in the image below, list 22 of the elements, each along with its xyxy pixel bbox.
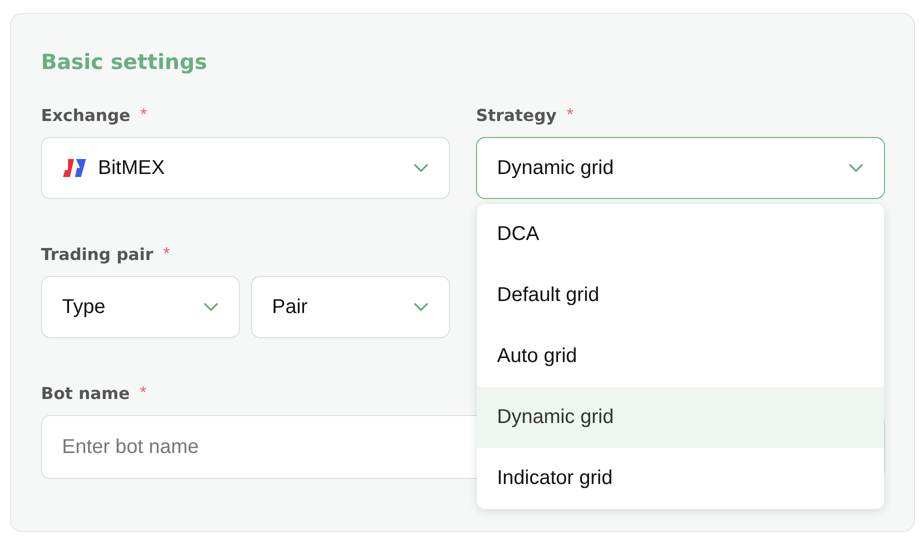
field-label: Bot name (41, 384, 130, 402)
section-title: Basic settings (41, 49, 208, 76)
chevron-down-icon (848, 163, 864, 173)
field-label: Strategy (476, 106, 557, 124)
field-label: Trading pair (41, 244, 154, 264)
exchange-logo-icon (62, 158, 88, 178)
chevron-down-icon (413, 302, 429, 312)
dropdown-option[interactable]: Default grid (477, 265, 884, 326)
pair-select[interactable]: Pair (251, 276, 450, 338)
dropdown-option[interactable]: DCA (477, 204, 884, 265)
exchange-select[interactable]: BitMEX (41, 137, 450, 199)
required-mark: * (140, 383, 146, 403)
pair-select[interactable]: Type (41, 276, 240, 338)
required-mark: * (163, 244, 170, 264)
dropdown-option[interactable]: Auto grid (477, 326, 884, 387)
chevron-down-icon (203, 302, 219, 312)
strategy-select[interactable]: Dynamic grid (476, 137, 885, 199)
chevron-down-icon (413, 163, 429, 173)
field-label: Exchange (41, 106, 130, 124)
required-mark: * (566, 105, 574, 125)
dropdown-option[interactable]: Dynamic grid (477, 387, 884, 448)
required-mark: * (140, 105, 147, 125)
